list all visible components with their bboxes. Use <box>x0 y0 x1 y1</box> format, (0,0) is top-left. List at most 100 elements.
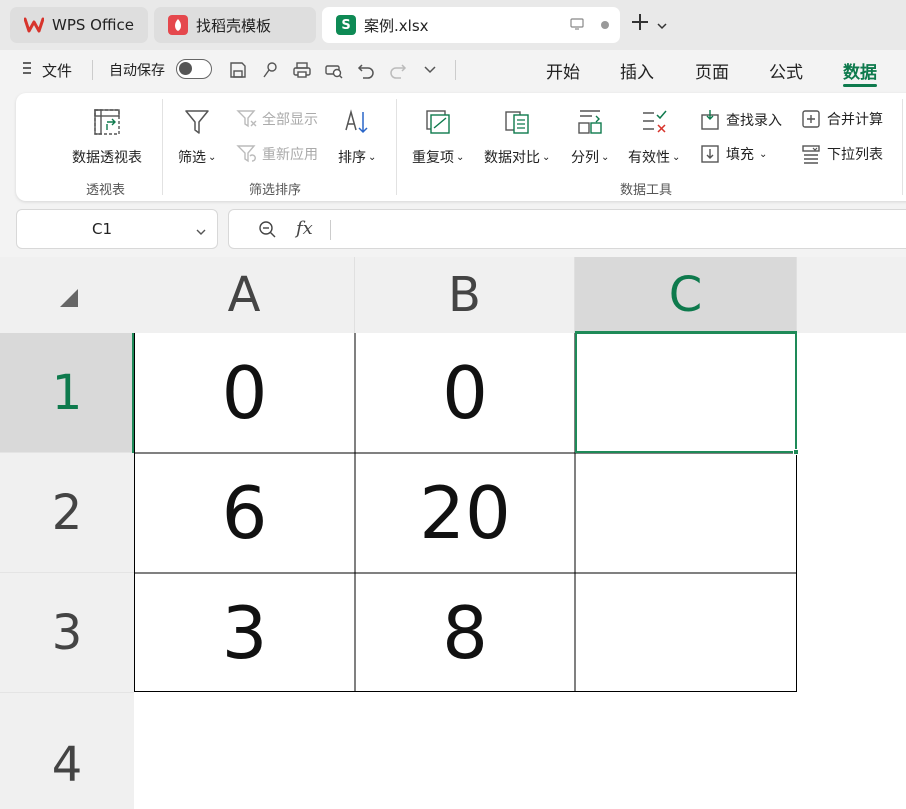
validity-icon <box>639 107 669 137</box>
tab-insert[interactable]: 插入 <box>620 50 654 90</box>
column-header-c[interactable]: C <box>575 257 797 333</box>
filter-label: 筛选 <box>178 150 206 166</box>
filter-icon <box>182 107 212 137</box>
tab-page[interactable]: 页面 <box>695 50 729 90</box>
column-header-b[interactable]: B <box>355 257 575 333</box>
cell-b2[interactable]: 20 <box>355 453 575 573</box>
tab-label: WPS Office <box>52 16 134 34</box>
tab-bar: WPS Office 找稻壳模板 S 案例.xlsx <box>0 0 906 50</box>
tab-page-label: 页面 <box>695 62 729 83</box>
filter-button[interactable]: 筛选 ⌄ <box>178 107 216 167</box>
fill-handle[interactable] <box>793 449 799 455</box>
pivot-group-label: 透视表 <box>86 183 126 198</box>
row-header-3[interactable]: 3 <box>0 573 134 693</box>
unsaved-dot-icon[interactable] <box>600 16 610 34</box>
validity-button[interactable]: 有效性 ⌄ <box>628 107 680 167</box>
filter-label-wrap: 筛选 ⌄ <box>178 147 216 167</box>
validity-caret-icon: ⌄ <box>672 151 681 163</box>
duplicates-label: 重复项 <box>412 150 454 166</box>
cell-a1[interactable]: 0 <box>134 333 355 453</box>
cell-value: 8 <box>442 590 488 675</box>
duplicates-button[interactable]: 重复项 ⌄ <box>412 107 464 167</box>
data-tools-group-label: 数据工具 <box>620 183 673 198</box>
merge-calculation-button[interactable]: 合并计算 <box>801 109 883 129</box>
row-header-4[interactable]: 4 <box>0 693 134 809</box>
fill-caret-icon: ⌄ <box>759 148 768 160</box>
formula-bar-separator <box>330 220 331 240</box>
duplicates-label-wrap: 重复项 ⌄ <box>412 147 464 167</box>
column-header-label: C <box>668 267 703 323</box>
daoke-icon <box>168 15 188 35</box>
save-icon[interactable] <box>226 58 250 82</box>
split-column-label-wrap: 分列 ⌄ <box>571 147 609 167</box>
cell-c2[interactable] <box>575 453 797 573</box>
dropdown-list-icon <box>801 144 821 164</box>
autosave-toggle-track[interactable] <box>176 59 212 79</box>
active-tab-underline <box>843 84 877 87</box>
fill-button[interactable]: 填充 ⌄ <box>700 144 767 164</box>
data-compare-label: 数据对比 <box>484 150 540 166</box>
row-selection-indicator <box>132 333 134 453</box>
column-header-label: B <box>448 267 481 323</box>
reapply-button[interactable]: 重新应用 <box>236 144 318 164</box>
tab-formula[interactable]: 公式 <box>769 50 803 90</box>
column-header-d[interactable] <box>797 257 906 333</box>
dropdown-list-label: 下拉列表 <box>827 147 883 163</box>
row-header-1[interactable]: 1 <box>0 333 134 453</box>
cell-b3[interactable]: 8 <box>355 573 575 692</box>
tab-list-chevron-down-icon[interactable] <box>656 15 668 34</box>
tab-label: 找稻壳模板 <box>196 16 272 35</box>
split-column-button[interactable]: 分列 ⌄ <box>571 107 609 167</box>
new-tab-plus-icon[interactable] <box>630 12 650 36</box>
cell-b1[interactable]: 0 <box>355 333 575 453</box>
print-preview-icon[interactable] <box>322 58 346 82</box>
cell-a2[interactable]: 6 <box>134 453 355 573</box>
lookup-entry-button[interactable]: 查找录入 <box>700 109 782 131</box>
quick-access-chevron-down-icon[interactable] <box>418 58 442 82</box>
redo-icon[interactable] <box>386 58 410 82</box>
tab-wps-office[interactable]: WPS Office <box>10 7 148 43</box>
monitor-icon[interactable] <box>570 16 584 34</box>
insert-function-icon[interactable]: fx <box>296 218 313 239</box>
row-header-label: 2 <box>51 484 83 541</box>
select-all-corner[interactable] <box>0 257 134 333</box>
row-header-2[interactable]: 2 <box>0 453 134 573</box>
cell-c1[interactable] <box>575 333 797 453</box>
dropdown-list-button[interactable]: 下拉列表 <box>801 144 883 164</box>
zoom-formula-icon[interactable] <box>258 220 278 245</box>
data-compare-icon <box>502 107 532 137</box>
lookup-entry-icon <box>700 109 720 131</box>
split-column-caret-icon: ⌄ <box>601 151 610 163</box>
tab-case-xlsx[interactable]: S 案例.xlsx <box>322 7 620 43</box>
name-box-chevron-down-icon[interactable] <box>195 222 207 240</box>
cell-c3[interactable] <box>575 573 797 692</box>
cell-value: 6 <box>221 471 268 555</box>
worksheet-grid: A B C 1 2 3 4 0 0 6 20 3 8 <box>0 257 906 809</box>
pivot-table-button[interactable]: 数据透视表 <box>72 107 142 167</box>
data-compare-label-wrap: 数据对比 ⌄ <box>484 147 550 167</box>
data-compare-caret-icon: ⌄ <box>542 151 551 163</box>
group-separator <box>396 99 397 195</box>
show-all-label: 全部显示 <box>262 112 318 128</box>
sort-label: 排序 <box>338 150 366 166</box>
tab-daoke-template[interactable]: 找稻壳模板 <box>154 7 316 43</box>
tab-insert-label: 插入 <box>620 62 654 83</box>
lookup-entry-label: 查找录入 <box>726 113 782 129</box>
show-all-button[interactable]: 全部显示 <box>236 109 318 129</box>
name-box-value: C1 <box>91 220 113 238</box>
file-menu[interactable]: 文件 <box>22 50 72 90</box>
name-box[interactable]: C1 <box>16 209 218 249</box>
duplicates-caret-icon: ⌄ <box>456 151 465 163</box>
sort-caret-icon: ⌄ <box>368 151 377 163</box>
tab-home[interactable]: 开始 <box>546 50 580 90</box>
data-compare-button[interactable]: 数据对比 ⌄ <box>484 107 550 167</box>
column-selection-indicator <box>575 331 797 333</box>
column-header-a[interactable]: A <box>134 257 355 333</box>
group-separator <box>902 99 903 195</box>
undo-icon[interactable] <box>354 58 378 82</box>
cell-a3[interactable]: 3 <box>134 573 355 692</box>
export-icon[interactable] <box>258 58 282 82</box>
print-icon[interactable] <box>290 58 314 82</box>
sort-button[interactable]: 排序 ⌄ <box>338 107 376 167</box>
tab-label: 案例.xlsx <box>364 16 429 35</box>
